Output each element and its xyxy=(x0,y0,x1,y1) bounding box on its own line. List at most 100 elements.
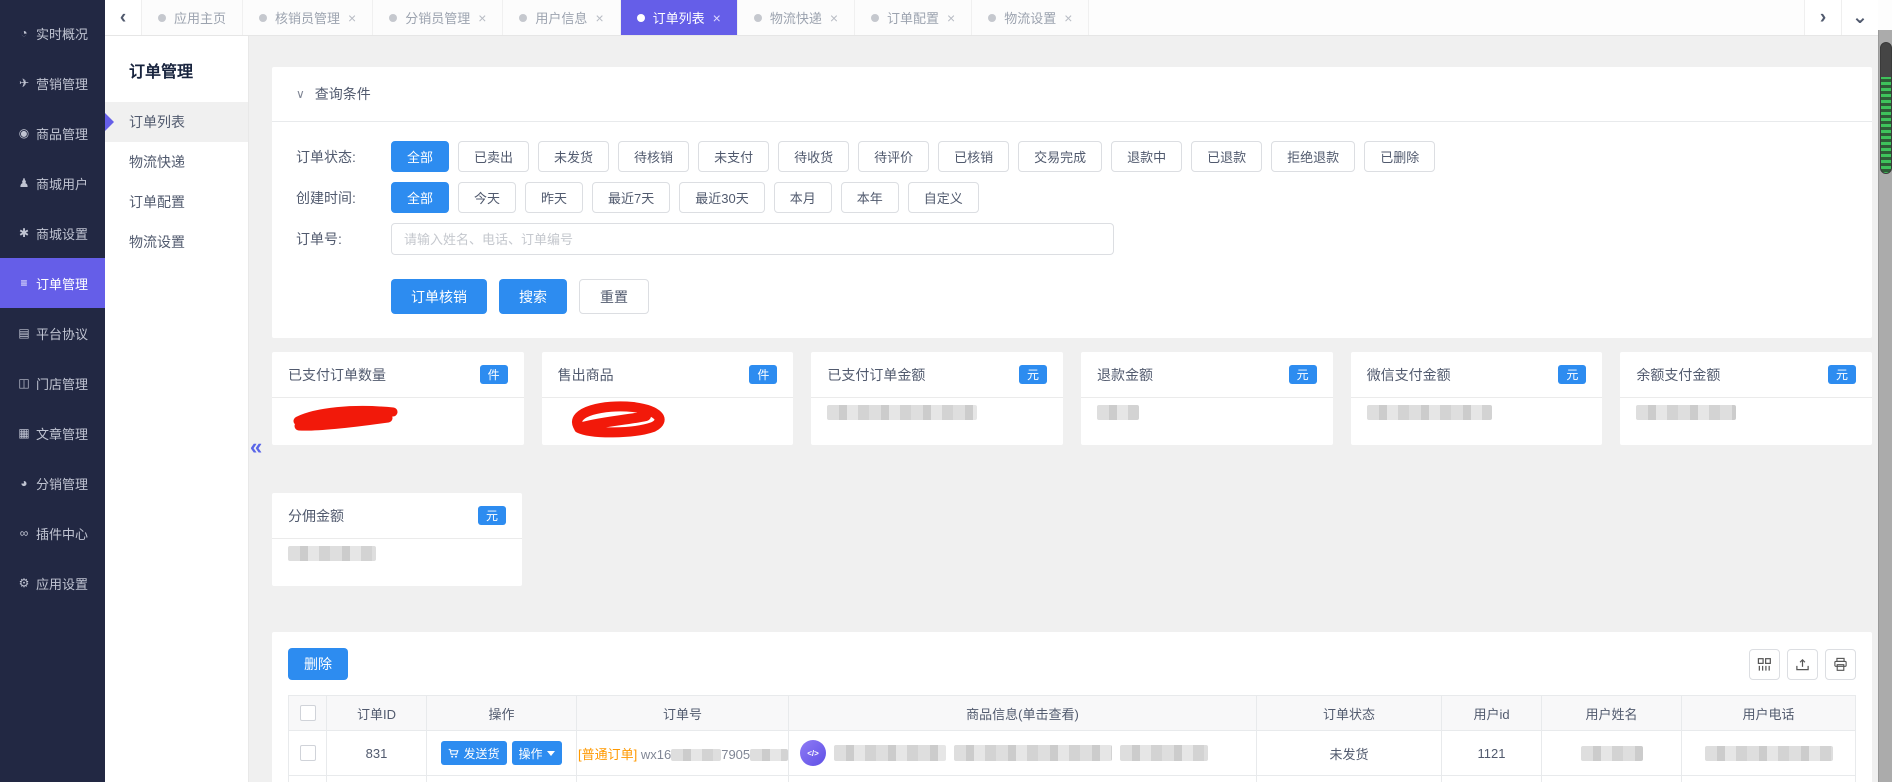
stat-card-wechat-pay-amount: 微信支付金额 元 xyxy=(1350,352,1603,445)
status-filter-refunded[interactable]: 已退款 xyxy=(1191,141,1263,172)
unit-badge: 件 xyxy=(749,365,778,384)
status-filter-unshipped[interactable]: 未发货 xyxy=(538,141,610,172)
col-header-order-no: 订单号 xyxy=(576,695,789,731)
time-filter-this-year[interactable]: 本年 xyxy=(840,182,899,213)
stat-card-refund-amount: 退款金额 元 xyxy=(1081,352,1333,445)
user-name-cell xyxy=(1541,730,1682,776)
time-filter-last7days[interactable]: 最近7天 xyxy=(592,182,671,213)
stat-card-sold-goods: 售出商品 件 xyxy=(541,352,794,445)
sidebar-item-article-management[interactable]: ▦ 文章管理 xyxy=(0,408,105,458)
pixelated-redaction xyxy=(750,749,788,762)
status-filter-unpaid[interactable]: 未支付 xyxy=(698,141,770,172)
status-filter-pending-receipt[interactable]: 待收货 xyxy=(778,141,850,172)
close-icon[interactable]: × xyxy=(595,10,603,26)
submenu-item-logistics-express[interactable]: 物流快递 xyxy=(105,142,248,182)
column-settings-button[interactable] xyxy=(1749,648,1780,680)
select-all-checkbox[interactable] xyxy=(299,705,316,722)
sidebar-item-store-management[interactable]: ◫ 门店管理 xyxy=(0,358,105,408)
product-info-cell[interactable]: </> xyxy=(788,730,1257,776)
tab-distributor-management[interactable]: 分销员管理 × xyxy=(373,0,504,35)
export-button[interactable] xyxy=(1787,648,1818,680)
stat-title: 售出商品 xyxy=(557,366,614,383)
submenu-item-order-config[interactable]: 订单配置 xyxy=(105,182,248,222)
order-search-input[interactable] xyxy=(391,223,1114,255)
collapse-sidebar-icon[interactable]: « xyxy=(250,436,262,458)
close-icon[interactable]: × xyxy=(478,10,486,26)
sidebar-item-platform-agreement[interactable]: ▤ 平台协议 xyxy=(0,308,105,358)
close-icon[interactable]: × xyxy=(1064,10,1072,26)
sidebar-item-goods[interactable]: ◉ 商品管理 xyxy=(0,108,105,158)
sidebar-item-distribution[interactable]: ◕ 分销管理 xyxy=(0,458,105,508)
status-filter-completed[interactable]: 交易完成 xyxy=(1018,141,1103,172)
sidebar-item-marketing[interactable]: ✈ 营销管理 xyxy=(0,58,105,108)
sidebar-item-mall-settings[interactable]: ✱ 商城设置 xyxy=(0,208,105,258)
product-info-cell[interactable] xyxy=(788,775,1257,782)
ship-button[interactable]: 发送货 xyxy=(441,741,507,765)
tab-order-config[interactable]: 订单配置 × xyxy=(855,0,973,35)
time-filter-this-month[interactable]: 本月 xyxy=(773,182,832,213)
submenu-item-label: 物流快递 xyxy=(129,154,185,170)
query-panel-header[interactable]: ∨ 查询条件 xyxy=(272,67,1872,122)
plugin-icon: ∞ xyxy=(19,526,29,540)
status-filter-refund-rejected[interactable]: 拒绝退款 xyxy=(1271,141,1356,172)
sidebar-item-order-management[interactable]: ≡ 订单管理 xyxy=(0,258,105,308)
app-window: ◔ 实时概况 ✈ 营销管理 ◉ 商品管理 ♟ 商城用户 ✱ 商城设置 ≡ 订单管理 ▤ 平台协… xyxy=(0,0,1892,782)
close-icon[interactable]: × xyxy=(830,10,838,26)
sidebar-item-label: 插件中心 xyxy=(35,526,88,542)
submenu-item-order-list[interactable]: 订单列表 xyxy=(105,102,248,142)
pixelated-redaction xyxy=(1097,405,1140,420)
tabs-scroll-left-button[interactable]: ‹ xyxy=(105,0,142,35)
sidebar-item-plugin-center[interactable]: ∞ 插件中心 xyxy=(0,508,105,558)
tab-label: 用户信息 xyxy=(535,11,588,26)
tab-verifier-management[interactable]: 核销员管理 × xyxy=(243,0,374,35)
row-actions-dropdown-button[interactable]: 操作 xyxy=(511,741,562,765)
col-header-user-name: 用户姓名 xyxy=(1541,695,1682,731)
status-filter-sold[interactable]: 已卖出 xyxy=(458,141,530,172)
close-icon[interactable]: × xyxy=(947,10,955,26)
print-button[interactable] xyxy=(1825,648,1856,680)
tab-label: 订单配置 xyxy=(887,11,940,26)
sidebar-item-app-settings[interactable]: ⚙ 应用设置 xyxy=(0,558,105,608)
columns-grid-icon xyxy=(1757,657,1771,671)
search-button[interactable]: 搜索 xyxy=(499,279,567,314)
time-filter-all[interactable]: 全部 xyxy=(391,182,450,213)
scrollbar-thumb[interactable] xyxy=(1880,42,1892,174)
order-status-options: 全部 已卖出 未发货 待核销 未支付 待收货 待评价 已核销 交易完成 退款中 xyxy=(391,141,1436,172)
tab-dot-icon xyxy=(158,13,166,22)
tab-app-home[interactable]: 应用主页 xyxy=(142,0,244,35)
time-filter-yesterday[interactable]: 昨天 xyxy=(525,182,584,213)
paper-plane-icon: ✈ xyxy=(18,76,30,90)
close-icon[interactable]: × xyxy=(713,10,721,26)
status-filter-deleted[interactable]: 已删除 xyxy=(1364,141,1436,172)
submenu-item-logistics-settings[interactable]: 物流设置 xyxy=(105,222,248,262)
window-scrollbar[interactable] xyxy=(1878,30,1892,782)
tabs-list-dropdown-button[interactable]: ⌄ xyxy=(1841,0,1878,35)
tab-logistics-express[interactable]: 物流快递 × xyxy=(737,0,856,35)
order-verify-button[interactable]: 订单核销 xyxy=(391,279,487,314)
time-filter-last30days[interactable]: 最近30天 xyxy=(679,182,765,213)
reset-button[interactable]: 重置 xyxy=(579,279,649,314)
sidebar-item-realtime-overview[interactable]: ◔ 实时概况 xyxy=(0,8,105,58)
status-filter-verified[interactable]: 已核销 xyxy=(938,141,1010,172)
delete-button[interactable]: 删除 xyxy=(288,648,348,680)
col-header-user-phone: 用户电话 xyxy=(1681,695,1856,731)
pixelated-redaction xyxy=(827,405,978,420)
tab-logistics-settings[interactable]: 物流设置 × xyxy=(972,0,1090,35)
sidebar-item-mall-users[interactable]: ♟ 商城用户 xyxy=(0,158,105,208)
time-filter-today[interactable]: 今天 xyxy=(458,182,517,213)
tabs-scroll-right-button[interactable]: › xyxy=(1804,0,1841,35)
export-icon xyxy=(1796,658,1809,670)
time-filter-custom[interactable]: 自定义 xyxy=(907,182,979,213)
goods-icon: ◉ xyxy=(18,126,30,140)
tab-user-info[interactable]: 用户信息 × xyxy=(503,0,621,35)
tab-order-list[interactable]: 订单列表 × xyxy=(620,0,738,35)
pixelated-redaction xyxy=(1366,405,1492,420)
stat-card-commission-amount: 分佣金额 元 xyxy=(272,493,522,586)
status-filter-refunding[interactable]: 退款中 xyxy=(1111,141,1183,172)
create-time-label: 创建时间: xyxy=(296,189,356,206)
status-filter-pending-verify[interactable]: 待核销 xyxy=(618,141,690,172)
status-filter-all[interactable]: 全部 xyxy=(391,141,450,172)
close-icon[interactable]: × xyxy=(348,10,356,26)
row-checkbox[interactable] xyxy=(299,745,316,762)
status-filter-pending-review[interactable]: 待评价 xyxy=(858,141,930,172)
